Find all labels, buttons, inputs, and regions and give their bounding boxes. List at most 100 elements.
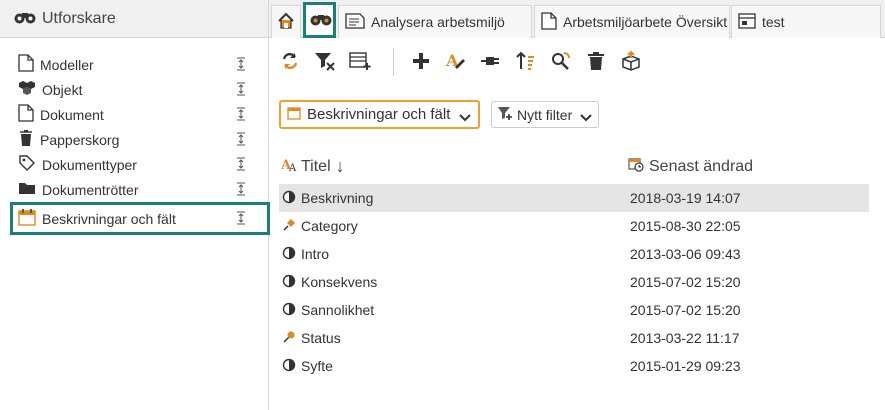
toolbar: A [278, 46, 654, 78]
binoculars-icon [310, 12, 332, 29]
cell-title: Intro [282, 240, 329, 268]
svg-text:A: A [288, 163, 297, 172]
calendar-clock-icon [628, 156, 644, 177]
document-icon [345, 12, 365, 32]
column-title[interactable]: AA Titel ↓ [280, 156, 345, 177]
row-title: Syfte [301, 358, 333, 374]
tab-bar: Analysera arbetsmiljö Arbetsmiljöarbete … [269, 0, 885, 38]
tab-label: Analysera arbetsmiljö [371, 14, 505, 30]
clear-filter-button[interactable] [313, 50, 337, 74]
delete-button[interactable] [584, 50, 608, 74]
cell-title: Konsekvens [282, 268, 377, 296]
table-row[interactable]: Sannolikhet 2015-07-02 15:20 [279, 296, 869, 324]
table-row[interactable]: Category 2015-08-30 22:05 [279, 212, 869, 240]
pin-icon[interactable] [236, 157, 246, 174]
tab-label: Arbetsmiljöarbete Översikt [563, 14, 728, 30]
tree-item-objekt[interactable]: Objekt [0, 77, 268, 102]
pin-icon[interactable] [236, 211, 246, 228]
tree-item-label: Beskrivningar och fält [42, 210, 176, 227]
table-row[interactable]: Konsekvens 2015-07-02 15:20 [279, 268, 869, 296]
table-add-icon [349, 51, 371, 74]
new-filter-button[interactable]: Nytt filter [491, 101, 599, 128]
page-icon [18, 54, 34, 75]
app-window: Utforskare Modeller Objekt Dokument Papp… [0, 0, 885, 410]
pin-icon[interactable] [236, 82, 246, 99]
tree-item-dokument[interactable]: Dokument [0, 102, 268, 127]
table-header: AA Titel ↓ Senast ändrad [279, 156, 869, 180]
refresh-icon [280, 51, 300, 74]
tree-item-label: Dokumentrötter [42, 181, 139, 198]
tree-item-label: Objekt [42, 81, 83, 98]
cell-title: Syfte [282, 352, 333, 380]
pin-icon [282, 330, 296, 347]
explorer-header: Utforskare [0, 0, 268, 38]
half-circle-icon [282, 302, 296, 319]
tree-item-label: Papperskorg [40, 131, 120, 148]
plug-icon [480, 51, 502, 74]
box-export-icon [620, 50, 642, 74]
table-row[interactable]: Intro 2013-03-06 09:43 [279, 240, 869, 268]
chevron-down-icon [580, 110, 592, 126]
column-modified-label: Senast ändrad [649, 157, 754, 175]
toolbar-divider [393, 48, 394, 76]
pin-icon[interactable] [236, 182, 246, 199]
home-icon [277, 12, 295, 33]
row-title: Intro [301, 246, 330, 262]
half-circle-icon [282, 358, 296, 375]
tree-item-dokumenttyper[interactable]: Dokumenttyper [0, 152, 268, 177]
form-icon [738, 12, 756, 32]
explorer-panel: Utforskare Modeller Objekt Dokument Papp… [0, 0, 270, 410]
binoculars-icon [14, 10, 36, 27]
folder-icon [18, 181, 36, 198]
refresh-button[interactable] [278, 50, 302, 74]
table-row[interactable]: Status 2013-03-22 11:17 [279, 324, 869, 352]
tree-item-dokumentrotter[interactable]: Dokumentrötter [0, 177, 268, 202]
tree-item-papperskorg[interactable]: Papperskorg [0, 127, 268, 152]
tab-test[interactable]: test [731, 5, 881, 38]
chevron-down-icon [459, 110, 471, 126]
half-circle-icon [282, 246, 296, 263]
row-title: Beskrivning [301, 190, 374, 206]
sort-button[interactable] [514, 50, 538, 74]
tree-item-label: Modeller [40, 56, 94, 73]
calendar-icon [18, 208, 36, 229]
tab-label: test [762, 14, 785, 30]
view-select-label: Beskrivningar och fält [307, 106, 451, 123]
rename-button[interactable]: A [444, 50, 468, 74]
explorer-tree: Modeller Objekt Dokument Papperskorg Dok [0, 52, 270, 235]
tab-arbetsmiljoarbete[interactable]: Arbetsmiljöarbete Översikt [534, 5, 730, 38]
pin-icon[interactable] [236, 107, 246, 124]
export-button[interactable] [619, 50, 643, 74]
pin-icon[interactable] [236, 132, 246, 149]
trash-icon [18, 129, 34, 150]
add-row-button[interactable] [348, 50, 372, 74]
document-icon [541, 11, 557, 33]
tree-item-beskrivningar[interactable]: Beskrivningar och fält [10, 202, 270, 235]
filter-clear-icon [314, 51, 336, 74]
pin-icon[interactable] [236, 57, 246, 74]
filter-add-icon [497, 105, 513, 124]
tab-analysera[interactable]: Analysera arbetsmiljö [338, 5, 532, 38]
connect-button[interactable] [479, 50, 503, 74]
tree-item-modeller[interactable]: Modeller [0, 52, 268, 77]
cell-title: Beskrivning [282, 184, 373, 212]
column-modified[interactable]: Senast ändrad [628, 156, 753, 177]
search-replace-icon [550, 51, 572, 74]
sort-icon [515, 51, 537, 74]
view-select[interactable]: Beskrivningar och fält [279, 100, 480, 129]
row-modified: 2015-07-02 15:20 [630, 274, 741, 290]
row-modified: 2013-03-06 09:43 [630, 246, 741, 262]
column-title-label: Titel [301, 157, 331, 175]
row-title: Sannolikhet [301, 302, 375, 318]
half-circle-icon [282, 190, 296, 207]
add-button[interactable] [409, 50, 433, 74]
search-replace-button[interactable] [549, 50, 573, 74]
page-icon [18, 104, 34, 125]
pushpin-icon [282, 218, 296, 235]
tab-home[interactable] [271, 5, 301, 38]
tree-item-label: Dokumenttyper [42, 156, 137, 173]
table-row[interactable]: Syfte 2015-01-29 09:23 [279, 352, 869, 380]
half-circle-icon [282, 274, 296, 291]
tab-explorer[interactable] [303, 2, 336, 38]
table-row[interactable]: Beskrivning 2018-03-19 14:07 [279, 184, 869, 212]
